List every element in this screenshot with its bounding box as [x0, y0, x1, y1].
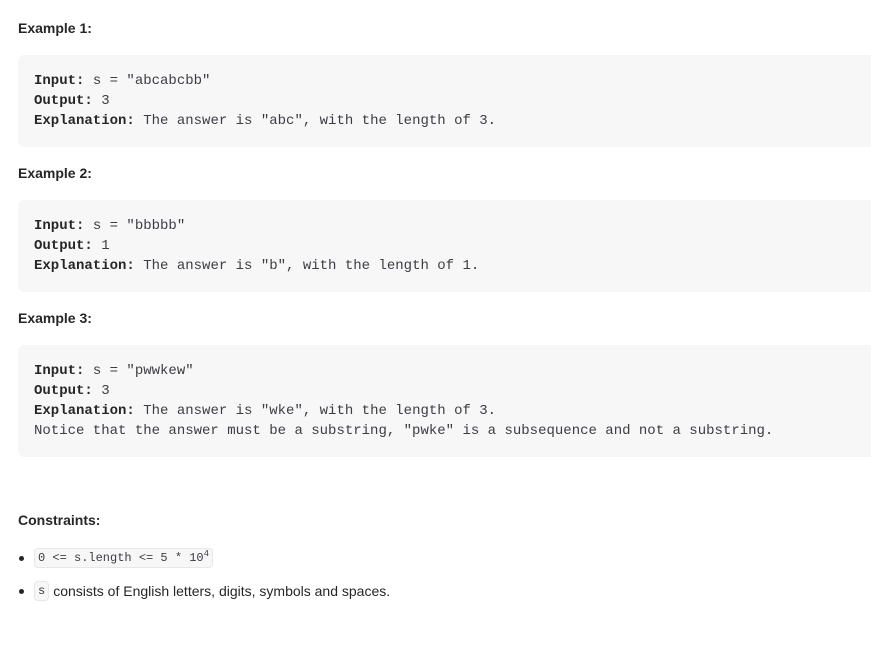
example-2-code-block: Input: s = "bbbbb" Output: 1 Explanation… — [18, 200, 871, 292]
constraint-item-2: s consists of English letters, digits, s… — [18, 581, 390, 601]
example-3-heading: Example 3: — [18, 310, 92, 326]
example-3-input-line: Input: s = "pwwkew" — [34, 361, 871, 381]
output-label: Output: — [34, 238, 93, 254]
example-3-output-line: Output: 3 — [34, 381, 871, 401]
constraint-code-exponent: 4 — [203, 549, 210, 559]
explanation-value: The answer is "wke", with the length of … — [134, 403, 497, 419]
explanation-label: Explanation: — [34, 403, 135, 419]
example-2-explanation-line: Explanation: The answer is "b", with the… — [34, 256, 871, 276]
constraint-code: 0 <= s.length <= 5 * 104 — [34, 548, 214, 568]
example-1-heading: Example 1: — [18, 20, 92, 36]
explanation-value: The answer is "b", with the length of 1. — [134, 258, 480, 274]
explanation-label: Explanation: — [34, 258, 135, 274]
input-label: Input: — [34, 73, 85, 89]
explanation-value: The answer is "abc", with the length of … — [134, 113, 497, 129]
bullet-icon — [19, 588, 24, 594]
bullet-icon — [19, 555, 24, 561]
input-value: s = "pwwkew" — [84, 363, 194, 379]
constraint-text: consists of English letters, digits, sym… — [53, 583, 391, 599]
output-value: 3 — [92, 93, 110, 109]
example-3-explanation-line: Explanation: The answer is "wke", with t… — [34, 401, 871, 421]
output-label: Output: — [34, 383, 93, 399]
example-2-output-line: Output: 1 — [34, 236, 871, 256]
constraint-code-text: 0 <= s.length <= 5 * 10 — [38, 551, 204, 565]
output-value: 1 — [92, 238, 110, 254]
example-1-code-block: Input: s = "abcabcbb" Output: 3 Explanat… — [18, 55, 871, 147]
output-value: 3 — [92, 383, 110, 399]
example-1-input-line: Input: s = "abcabcbb" — [34, 71, 871, 91]
explanation-label: Explanation: — [34, 113, 135, 129]
example-3-code-block: Input: s = "pwwkew" Output: 3 Explanatio… — [18, 345, 871, 457]
input-value: s = "abcabcbb" — [84, 73, 211, 89]
example-2-heading: Example 2: — [18, 165, 92, 181]
output-label: Output: — [34, 93, 93, 109]
constraint-code: s — [34, 581, 50, 601]
input-value: s = "bbbbb" — [84, 218, 186, 234]
example-1-output-line: Output: 3 — [34, 91, 871, 111]
example-3-notice-line: Notice that the answer must be a substri… — [34, 423, 774, 439]
constraint-item-1: 0 <= s.length <= 5 * 104 — [18, 548, 214, 568]
example-1-explanation-line: Explanation: The answer is "abc", with t… — [34, 111, 871, 131]
constraints-heading: Constraints: — [18, 512, 101, 528]
input-label: Input: — [34, 218, 85, 234]
example-2-input-line: Input: s = "bbbbb" — [34, 216, 871, 236]
input-label: Input: — [34, 363, 85, 379]
